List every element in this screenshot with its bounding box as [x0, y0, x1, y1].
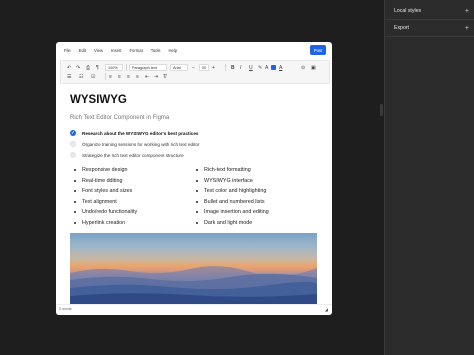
word-count: 0 words — [59, 307, 72, 311]
add-local-style-icon[interactable]: + — [465, 8, 469, 15]
indent-decrease-icon[interactable]: ⇤ — [145, 74, 149, 80]
indent-increase-icon[interactable]: ⇥ — [154, 74, 158, 80]
link-icon[interactable]: ⊝ — [301, 65, 305, 71]
redo-icon[interactable]: ↷ — [76, 65, 80, 71]
unchecked-checkbox-icon[interactable] — [70, 141, 76, 147]
feature-list-right: Rich-text formatting WYSIWYG interface T… — [196, 165, 269, 228]
zoom-value: 100% — [108, 65, 118, 70]
highlight-icon[interactable]: ✎ — [258, 65, 262, 71]
list-item: Bullet and numbered lists — [196, 197, 269, 208]
bulleted-list-icon[interactable]: ☰ — [67, 74, 71, 80]
task-item[interactable]: ✓ Research about the WYSIWYG editor's be… — [70, 129, 198, 137]
landscape-image[interactable] — [70, 233, 318, 305]
resize-handle-icon[interactable]: ◢ — [325, 307, 328, 312]
undo-icon[interactable]: ↶ — [67, 65, 71, 71]
list-item: Undo/redo functionality — [74, 207, 137, 218]
divider — [105, 73, 106, 80]
list-item: Font styles and sizes — [74, 186, 137, 197]
export-row[interactable]: Export + — [394, 22, 469, 34]
font-size-value: 00 — [202, 65, 207, 70]
increase-size-icon[interactable]: + — [212, 65, 215, 71]
list-item: WYSIWYG interface — [196, 176, 269, 187]
align-right-icon[interactable]: ≡ — [127, 74, 130, 80]
menu-edit[interactable]: Edit — [79, 48, 86, 53]
local-styles-label: Local styles — [394, 8, 422, 14]
decrease-size-icon[interactable]: − — [192, 65, 195, 71]
print-icon[interactable]: ⎙ — [86, 65, 90, 71]
local-styles-row[interactable]: Local styles + — [394, 5, 469, 17]
font-size-input[interactable]: 00 — [199, 64, 209, 71]
align-left-icon[interactable]: ≡ — [109, 74, 112, 80]
font-family-value: Arial — [173, 65, 181, 70]
canvas-scrollbar[interactable] — [380, 104, 383, 116]
list-item: Image insertion and editing — [196, 207, 269, 218]
list-item: Real-time dditing — [74, 176, 137, 187]
menu-tools[interactable]: Tools — [151, 48, 161, 53]
task-text: Organize training sessions for working w… — [82, 141, 200, 147]
align-justify-icon[interactable]: ≡ — [136, 74, 139, 80]
menu-view[interactable]: View — [94, 48, 103, 53]
menu-insert[interactable]: Insert — [111, 48, 121, 53]
image-icon[interactable]: ▣ — [311, 65, 316, 71]
divider — [385, 36, 474, 37]
formatting-toolbar: ↶ ↷ ⎙ ¶ 100% Paragraph text Arial − 00 +… — [60, 60, 330, 84]
align-center-icon[interactable]: ≡ — [118, 74, 121, 80]
rich-text-editor: File Edit View Insert Format Tools Help … — [56, 42, 332, 315]
task-item[interactable]: Organize training sessions for working w… — [70, 140, 199, 148]
font-family-select[interactable]: Arial — [170, 64, 188, 71]
paragraph-style-value: Paragraph text — [132, 65, 157, 70]
post-button[interactable]: Post — [310, 45, 326, 55]
paint-format-icon[interactable]: ¶ — [96, 65, 99, 71]
divider — [225, 64, 226, 71]
menu-format[interactable]: Format — [129, 48, 142, 53]
list-item: Dark and light mode — [196, 218, 269, 229]
document-subtitle: Rich Text Editor Component in Figma — [70, 115, 170, 121]
zoom-select[interactable]: 100% — [105, 64, 123, 71]
menu-help[interactable]: Help — [169, 48, 178, 53]
right-panel: Local styles + Export + — [384, 0, 474, 355]
task-text: Research about the WYSIWYG editor's best… — [82, 130, 199, 136]
checklist-icon[interactable]: ☑ — [91, 74, 95, 80]
unchecked-checkbox-icon[interactable] — [70, 152, 76, 158]
export-label: Export — [394, 25, 409, 31]
menu-bar: File Edit View Insert Format Tools Help … — [56, 42, 332, 59]
list-item: Rich-text formatting — [196, 165, 269, 176]
bold-icon[interactable]: B — [231, 65, 235, 71]
font-color-icon[interactable]: A — [279, 65, 282, 71]
list-item: Responsive design — [74, 165, 137, 176]
list-item: Text alignment — [74, 197, 137, 208]
paragraph-style-select[interactable]: Paragraph text — [129, 64, 167, 71]
mountain-ridges — [70, 266, 318, 305]
text-color-icon[interactable]: A — [265, 65, 268, 71]
document-title: WYSIWYG — [70, 94, 127, 106]
menu-file[interactable]: File — [64, 48, 71, 53]
task-text: Strategize the rich text editor componen… — [82, 152, 184, 158]
list-item: Hyperlink creation — [74, 218, 137, 229]
underline-icon[interactable]: U — [249, 65, 253, 71]
divider — [126, 64, 127, 71]
italic-icon[interactable]: I — [240, 65, 241, 71]
divider — [385, 19, 474, 20]
add-export-icon[interactable]: + — [465, 25, 469, 32]
numbered-list-icon[interactable]: ☷ — [79, 74, 83, 80]
clear-formatting-icon[interactable]: T̸ — [163, 74, 166, 80]
list-item: Text color and highlighting — [196, 186, 269, 197]
feature-list-left: Responsive design Real-time dditing Font… — [74, 165, 137, 228]
status-bar: 0 words ◢ — [56, 304, 332, 315]
checked-checkbox-icon[interactable]: ✓ — [70, 130, 76, 136]
text-color-swatch[interactable] — [271, 65, 276, 70]
task-item[interactable]: Strategize the rich text editor componen… — [70, 151, 184, 159]
